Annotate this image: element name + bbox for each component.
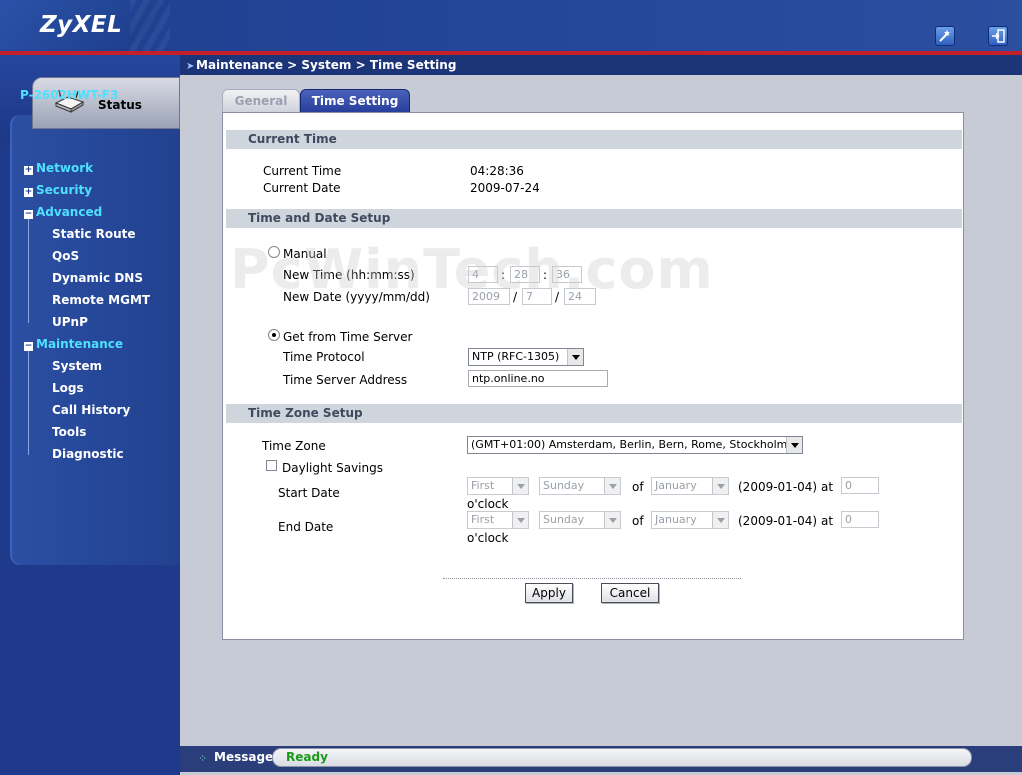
time-server-radio[interactable] [268,329,280,341]
new-date-month-input[interactable] [522,288,552,305]
end-hour-input[interactable] [841,511,879,528]
chevron-down-icon [604,478,620,494]
cancel-button[interactable]: Cancel [601,583,659,603]
new-date-label: New Date (yyyy/mm/dd) [283,290,430,304]
tab-time-setting[interactable]: Time Setting [300,89,410,112]
section-current-time: Current Time [226,130,962,149]
message-text: Ready [286,750,328,764]
sidebar-item-qos[interactable]: QoS [52,249,79,263]
time-server-address-input[interactable] [468,370,608,387]
sidebar-item-advanced[interactable]: − Advanced [24,205,102,219]
divider [443,578,741,579]
tree-line [28,218,29,323]
date-separator: / [555,290,560,304]
chevron-down-icon [512,512,528,528]
message-box [272,748,972,767]
sidebar-item-upnp[interactable]: UPnP [52,315,88,329]
header-decoration [130,0,170,51]
current-time-value: 04:28:36 [470,164,524,178]
time-separator: : [501,268,506,282]
time-separator: : [543,268,548,282]
new-time-minute-input[interactable] [510,266,540,283]
new-time-second-input[interactable] [552,266,582,283]
time-protocol-label: Time Protocol [283,350,365,364]
current-date-value: 2009-07-24 [470,181,540,195]
model-name: P-2602HWT-F3 [20,88,119,102]
sidebar-item-diagnostic[interactable]: Diagnostic [52,447,124,461]
start-date-label: Start Date [278,486,340,500]
time-zone-select[interactable]: (GMT+01:00) Amsterdam, Berlin, Bern, Rom… [467,436,803,454]
chevron-down-icon [712,478,728,494]
time-setting-panel: Current Time Current Time 04:28:36 Curre… [222,112,964,640]
end-oclock-label: o'clock [467,531,509,545]
section-time-zone-setup: Time Zone Setup [226,404,962,423]
date-separator: / [513,290,518,304]
sidebar-item-network[interactable]: + Network [24,161,93,175]
end-of-label: of [632,514,644,528]
status-button[interactable]: Status [32,77,180,129]
start-of-label: of [632,480,644,494]
breadcrumb-arrow-icon: ➤ [186,61,195,72]
message-label: Message [214,750,274,764]
sidebar-item-remote-mgmt[interactable]: Remote MGMT [52,293,150,307]
sidebar-item-static-route[interactable]: Static Route [52,227,136,241]
end-at-label: at [821,514,834,528]
section-time-date-setup: Time and Date Setup [226,209,962,228]
zyxel-logo: ZyXEL [40,12,123,38]
header: ZyXEL [0,0,1022,51]
start-hour-input[interactable] [841,477,879,494]
collapse-icon[interactable]: − [24,210,33,219]
end-date-label: End Date [278,520,334,534]
apply-button[interactable]: Apply [525,583,573,603]
sidebar-item-security[interactable]: + Security [24,183,92,197]
message-dots-icon: ⁘ [198,752,208,765]
start-at-label: at [821,480,834,494]
chevron-down-icon [512,478,528,494]
time-zone-label: Time Zone [262,439,326,453]
start-oclock-label: o'clock [467,497,509,511]
sidebar-item-logs[interactable]: Logs [52,381,84,395]
new-date-year-input[interactable] [468,288,510,305]
sidebar-item-call-history[interactable]: Call History [52,403,130,417]
wizard-icon[interactable] [935,26,955,46]
current-time-label: Current Time [263,164,342,178]
new-time-label: New Time (hh:mm:ss) [283,268,415,282]
chevron-down-icon [604,512,620,528]
collapse-icon[interactable]: − [24,342,33,351]
start-week-select[interactable]: First [467,477,529,495]
time-server-address-label: Time Server Address [283,373,408,387]
daylight-savings-label: Daylight Savings [282,461,383,475]
end-date-hint: (2009-01-04) [738,514,818,528]
start-day-select[interactable]: Sunday [539,477,621,495]
end-day-select[interactable]: Sunday [539,511,621,529]
tree-line [28,350,29,455]
breadcrumb: ➤ Maintenance > System > Time Setting [180,55,1022,75]
expand-icon[interactable]: + [24,188,33,197]
daylight-savings-checkbox[interactable] [266,460,277,471]
new-time-hour-input[interactable] [468,266,498,283]
time-protocol-select[interactable]: NTP (RFC-1305) [468,348,584,366]
end-week-select[interactable]: First [467,511,529,529]
new-date-day-input[interactable] [564,288,596,305]
logout-icon[interactable] [988,26,1008,46]
chevron-down-icon [786,437,802,453]
sidebar-item-tools[interactable]: Tools [52,425,86,439]
sidebar-item-maintenance[interactable]: − Maintenance [24,337,123,351]
tab-general[interactable]: General [222,89,300,112]
chevron-down-icon [712,512,728,528]
manual-label: Manual [283,247,327,261]
time-server-label: Get from Time Server [283,330,413,344]
sidebar-item-dynamic-dns[interactable]: Dynamic DNS [52,271,143,285]
expand-icon[interactable]: + [24,166,33,175]
current-date-label: Current Date [263,181,341,195]
end-month-select[interactable]: January [651,511,729,529]
start-month-select[interactable]: January [651,477,729,495]
manual-radio[interactable] [268,246,280,258]
start-date-hint: (2009-01-04) [738,480,818,494]
sidebar-item-system[interactable]: System [52,359,102,373]
chevron-down-icon [567,349,583,365]
